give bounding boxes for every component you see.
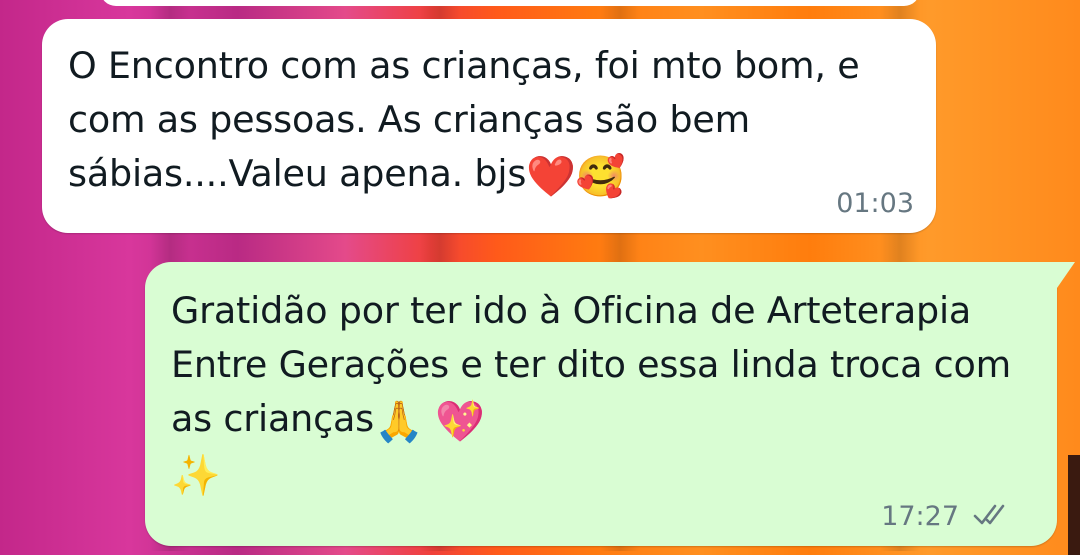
message-timestamp: 17:27: [881, 501, 959, 532]
red-heart-emoji: ❤️: [526, 154, 576, 200]
incoming-message-bubble[interactable]: O Encontro com as crianças, foi mto bom,…: [42, 19, 936, 233]
message-text: Gratidão por ter ido à Oficina de Artete…: [171, 289, 1023, 499]
sparkling-heart-emoji: 💖: [434, 399, 485, 445]
double-check-icon: [973, 504, 1005, 525]
smiling-face-with-hearts-emoji: 🥰: [575, 154, 626, 200]
message-text: O Encontro com as crianças, foi mto bom,…: [68, 44, 871, 200]
previous-message-bubble-edge[interactable]: [100, 0, 920, 6]
sparkles-emoji: ✨: [171, 453, 221, 499]
message-timestamp: 01:03: [836, 188, 914, 219]
outgoing-message-bubble[interactable]: Gratidão por ter ido à Oficina de Artete…: [145, 262, 1075, 546]
wallpaper-edge: [1068, 455, 1080, 555]
bubble-tail: [1057, 262, 1075, 288]
folded-hands-emoji: 🙏: [373, 399, 424, 445]
